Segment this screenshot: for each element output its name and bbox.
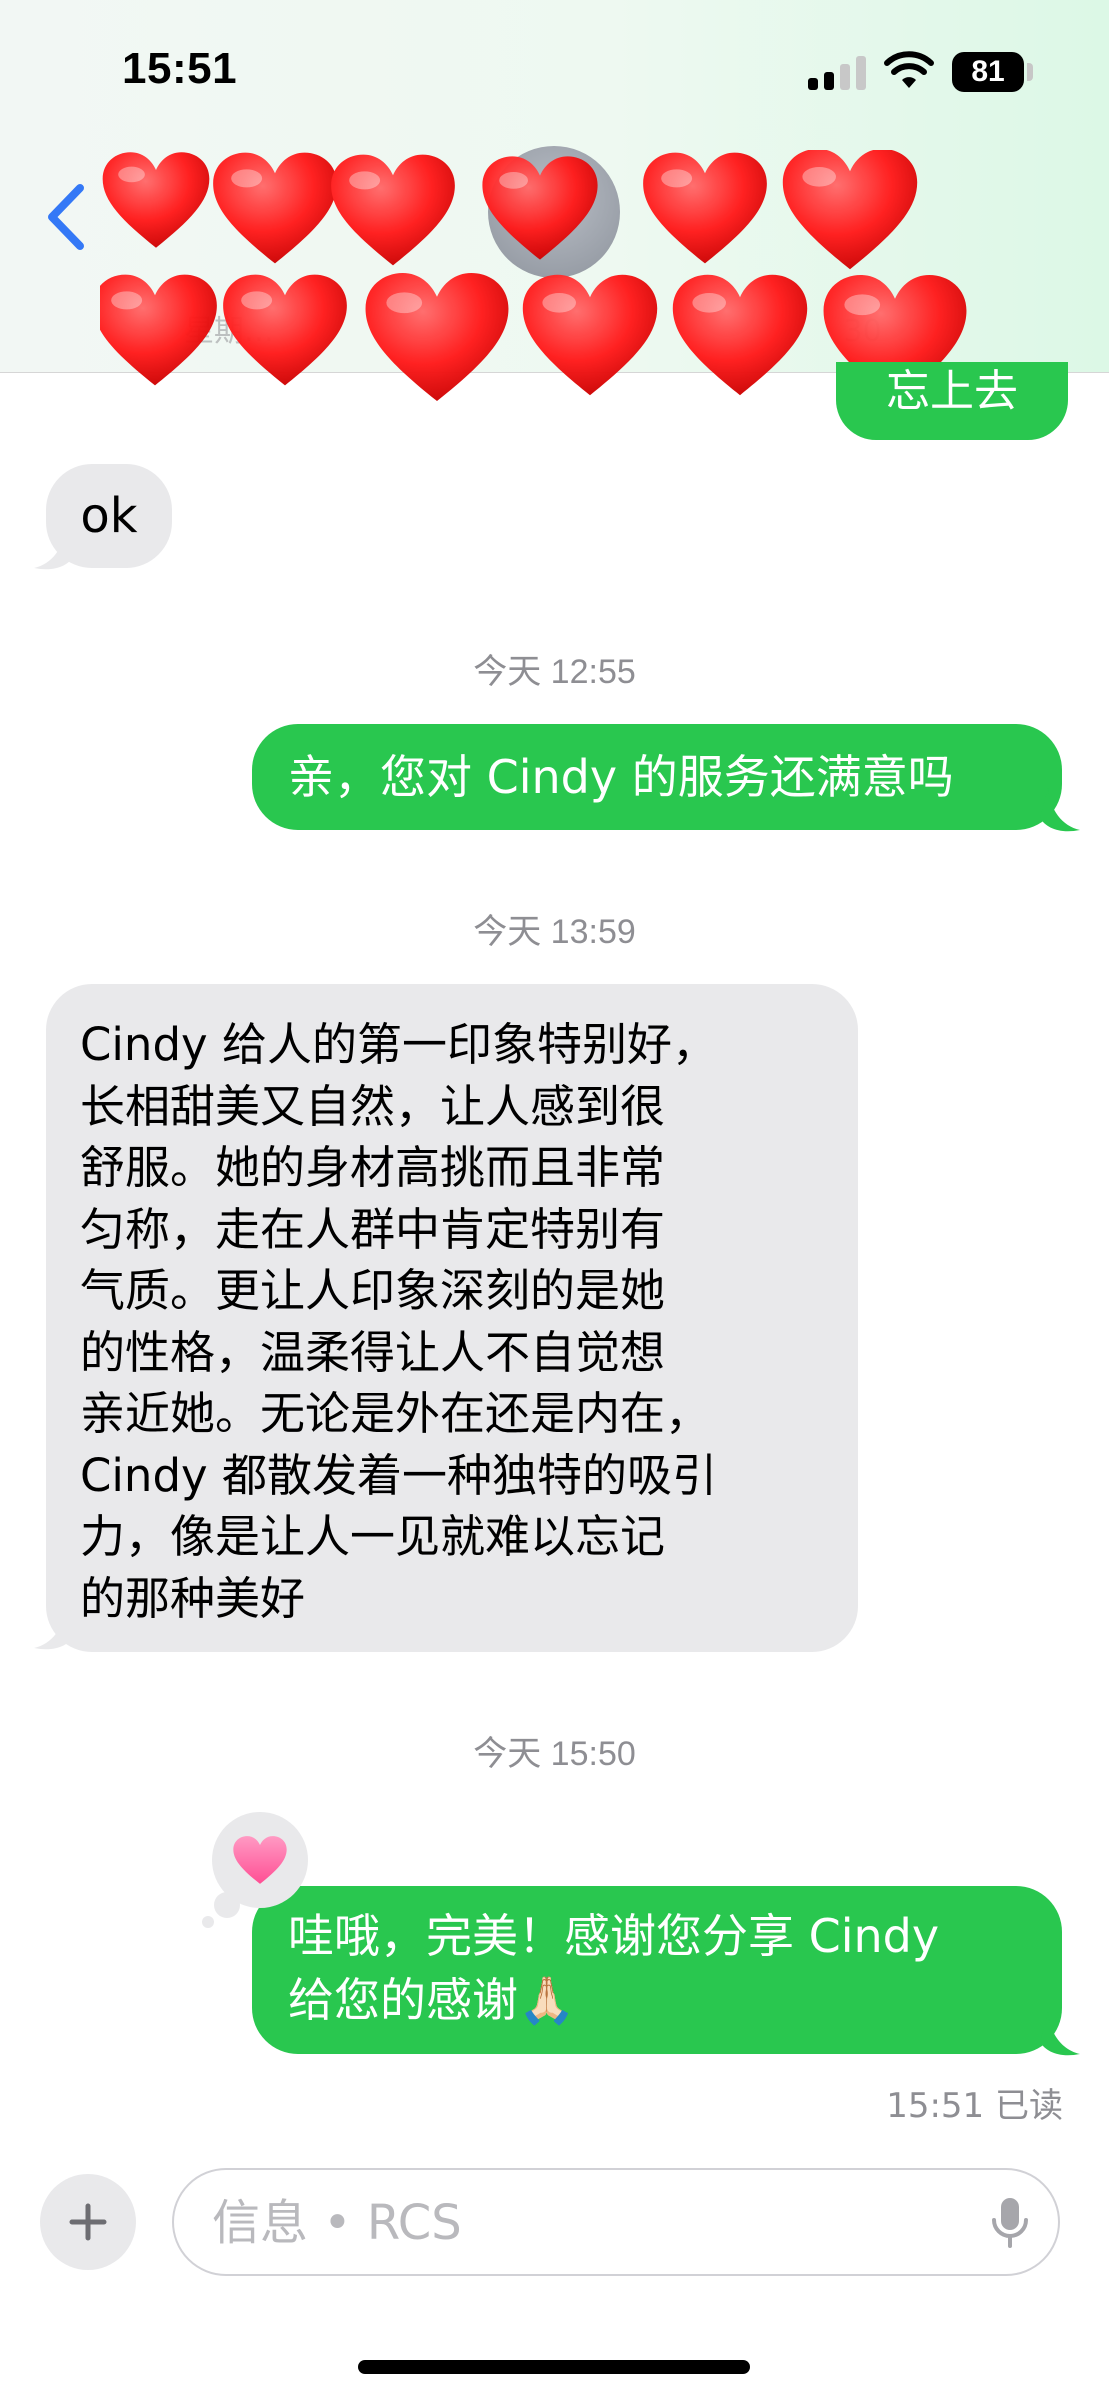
timestamp-text: 今天 12:55: [473, 653, 636, 691]
plus-icon: [69, 2203, 107, 2241]
heart-sticker-icon: [365, 272, 509, 402]
message-line: 亲近她。无论是外在还是内在，: [80, 1387, 711, 1440]
timestamp-divider: 今天 13:59: [0, 904, 1109, 953]
heart-reaction-badge[interactable]: [212, 1812, 308, 1908]
message-line: 给您的感谢🙏🏻: [288, 1973, 576, 2027]
battery-indicator: 81: [952, 52, 1024, 92]
battery-cap: [1027, 63, 1033, 81]
heart-sticker-icon: [643, 152, 767, 264]
message-line: 舒服。她的身材高挑而且非常: [80, 1141, 666, 1194]
heart-sticker-icon: [672, 274, 808, 396]
timestamp-text: 今天 13:59: [473, 913, 636, 951]
bubble-tail: [34, 526, 74, 570]
message-composer[interactable]: [172, 2168, 1060, 2276]
bubble-tail: [1040, 2012, 1080, 2056]
read-receipt: 15:51 已读: [886, 2086, 1063, 2126]
timestamp-divider: 今天 15:50: [0, 1726, 1109, 1775]
reaction-bubble-dot: [202, 1916, 214, 1928]
heart-sticker-icon: [213, 152, 337, 264]
sent-message-bubble[interactable]: 哇哦，完美！感谢您分享 Cindy 给您的感谢🙏🏻: [252, 1886, 1062, 2054]
sent-message-bubble[interactable]: 亲，您对 Cindy 的服务还满意吗: [252, 724, 1062, 830]
message-line: 匀称，走在人群中肯定特别有: [80, 1202, 666, 1256]
battery-level: 81: [971, 55, 1005, 88]
message-text: 亲，您对 Cindy 的服务还满意吗: [288, 750, 954, 804]
heart-sticker-icon: [100, 274, 217, 386]
back-chevron-icon[interactable]: [38, 180, 98, 254]
home-indicator: [358, 2360, 750, 2374]
heart-reaction-icon: [233, 1836, 287, 1884]
bubble-tail: [1040, 788, 1080, 832]
sent-message-bubble-partial[interactable]: 忘上去: [836, 362, 1068, 440]
message-line: 的那种美好: [80, 1571, 306, 1625]
sent-message-partial-text: 忘上去: [886, 366, 1018, 417]
message-text: ok: [80, 488, 138, 544]
timestamp-divider: 今天 12:55: [0, 644, 1109, 693]
message-line: 哇哦，完美！感谢您分享 Cindy: [288, 1909, 940, 1963]
message-line: 气质。更让人印象深刻的是她: [80, 1264, 666, 1317]
received-message-bubble[interactable]: Cindy 给人的第一印象特别好， 长相甜美又自然，让人感到很 舒服。她的身材高…: [46, 984, 858, 1652]
message-line: Cindy 给人的第一印象特别好，: [80, 1018, 717, 1071]
message-input[interactable]: [210, 2170, 954, 2276]
message-line: 力，像是让人一见就难以忘记: [80, 1510, 666, 1563]
heart-sticker-icon: [102, 152, 210, 248]
heart-sticker-icon: [482, 156, 598, 260]
heart-sticker-icon: [223, 274, 347, 386]
add-attachment-button[interactable]: [40, 2174, 136, 2270]
message-line: Cindy 都散发着一种独特的吸引: [80, 1448, 717, 1502]
timestamp-text: 今天 15:50: [473, 1735, 636, 1773]
heart-sticker-icon: [331, 154, 455, 266]
cellular-signal-icon: [808, 56, 868, 90]
message-line: 长相甜美又自然，让人感到很: [80, 1079, 666, 1133]
wifi-icon: [884, 51, 934, 88]
status-time: 15:51: [122, 44, 238, 93]
heart-sticker-icon: [782, 150, 918, 270]
heart-sticker-icon: [522, 274, 658, 396]
message-line: 的性格，温柔得让人不自觉想: [80, 1325, 666, 1379]
microphone-icon[interactable]: [990, 2196, 1030, 2250]
bubble-tail: [34, 1606, 74, 1650]
